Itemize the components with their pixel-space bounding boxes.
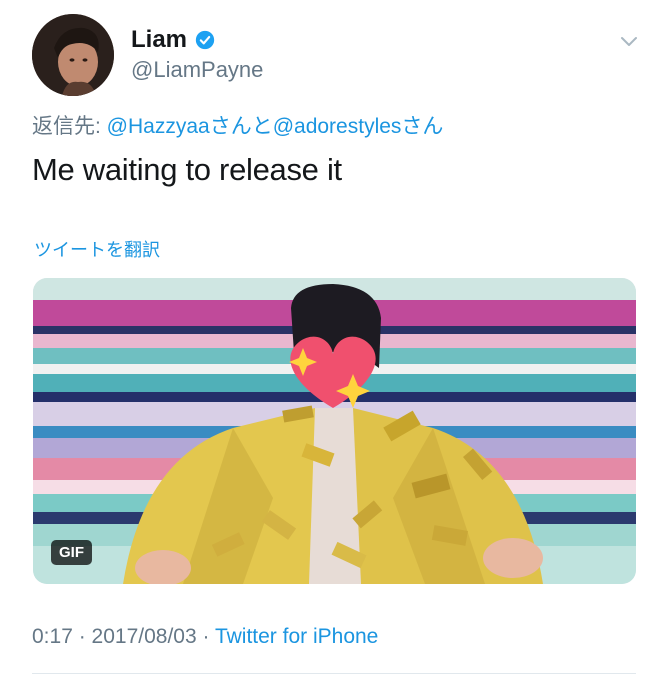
reply-prefix: 返信先: (32, 115, 107, 138)
tweet-date[interactable]: 2017/08/03 (92, 625, 197, 648)
gif-media[interactable]: GIF (33, 278, 636, 584)
reply-context: 返信先: @Hazzyaaさんと@adorestylesさん (32, 110, 443, 140)
verified-badge-icon (195, 30, 215, 50)
tweet-meta: 0:17 · 2017/08/03 · Twitter for iPhone (32, 625, 378, 649)
divider (32, 673, 636, 674)
reply-honorific-1: さんと (209, 115, 273, 138)
gif-frame (33, 278, 636, 584)
user-handle[interactable]: @LiamPayne (131, 57, 263, 83)
meta-separator: · (196, 625, 215, 648)
tweet-source[interactable]: Twitter for iPhone (215, 625, 378, 648)
gif-badge: GIF (51, 540, 92, 565)
translate-tweet-link[interactable]: ツイートを翻訳 (34, 236, 160, 262)
chevron-down-icon[interactable] (618, 30, 640, 52)
avatar-photo (32, 14, 114, 96)
meta-separator: · (72, 625, 92, 648)
tweet-time[interactable]: 0:17 (32, 625, 73, 648)
reply-mention-adorestyles[interactable]: @adorestyles (273, 115, 402, 138)
display-name-text: Liam (131, 26, 188, 53)
reply-mention-hazzyaa[interactable]: @Hazzyaa (107, 115, 210, 138)
avatar[interactable] (32, 14, 114, 96)
display-name[interactable]: Liam (131, 26, 215, 54)
tweet-text: Me waiting to release it (32, 152, 342, 187)
reply-honorific-2: さん (401, 115, 444, 138)
